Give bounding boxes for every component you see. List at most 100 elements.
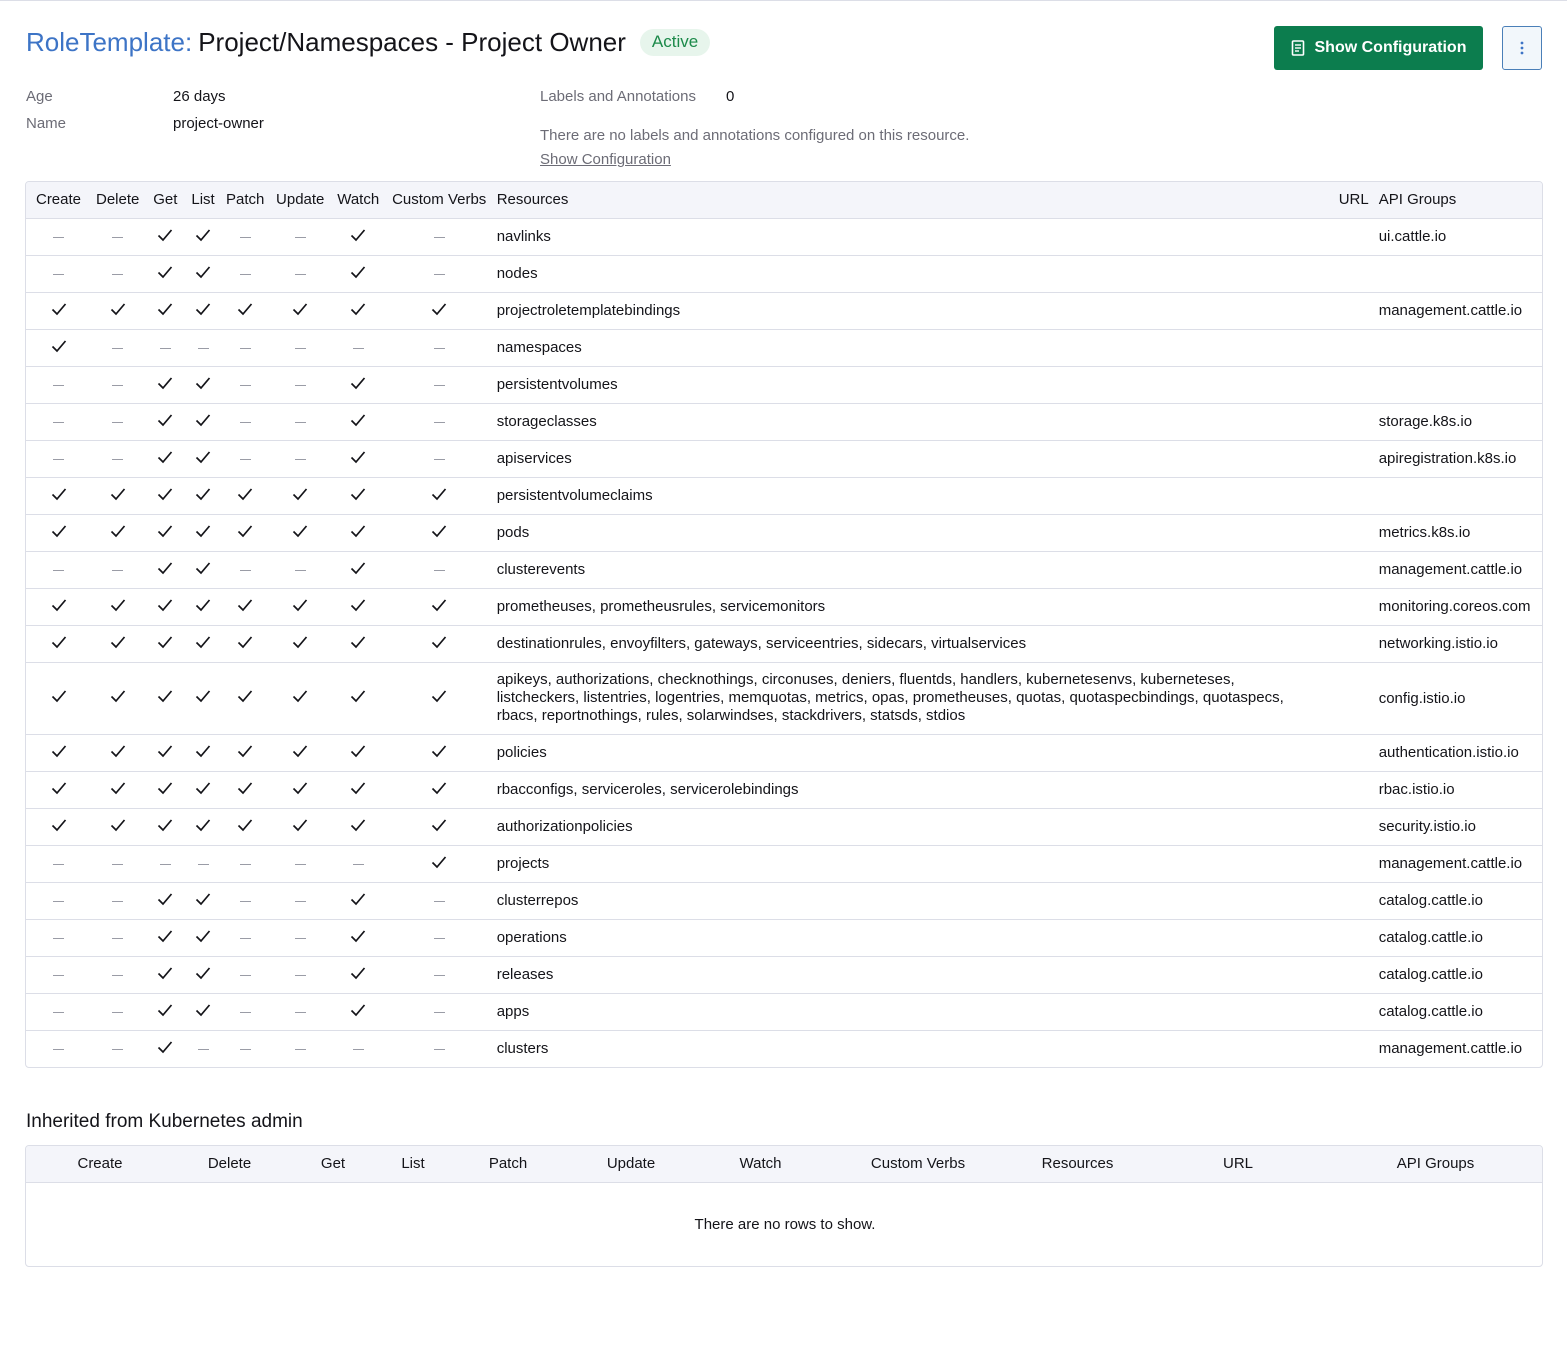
check-icon [351, 487, 366, 500]
api-groups-cell [1373, 329, 1542, 367]
dash-icon [433, 900, 445, 902]
verb-cell-custom-verbs [387, 1030, 492, 1067]
table-row: clusterevents management.cattle.io [26, 551, 1542, 589]
verb-cell-create [26, 662, 91, 735]
resources-cell: destinationrules, envoyfilters, gateways… [491, 625, 1334, 663]
table-row: operations catalog.cattle.io [26, 919, 1542, 957]
check-icon [432, 487, 447, 500]
api-groups-cell: rbac.istio.io [1373, 771, 1542, 809]
dash-icon [197, 863, 209, 865]
verb-cell-patch [219, 514, 271, 552]
check-icon [51, 635, 66, 648]
dash-icon [294, 937, 306, 939]
verb-cell-patch [219, 292, 271, 330]
verb-cell-patch [219, 662, 271, 735]
inherited-col-update: Update [571, 1146, 691, 1183]
check-icon [351, 524, 366, 537]
verb-cell-patch [219, 734, 271, 772]
status-badge: Active [639, 29, 711, 56]
table-row: navlinks ui.cattle.io [26, 218, 1542, 256]
verb-cell-patch [219, 440, 271, 478]
resources-cell: storageclasses [491, 403, 1334, 441]
inherited-col-url: URL [1149, 1146, 1327, 1183]
check-icon [432, 855, 447, 868]
rules-col-resources: Resources [491, 182, 1334, 219]
url-cell [1333, 329, 1374, 367]
verb-cell-create [26, 808, 91, 846]
dash-icon [239, 421, 251, 423]
check-icon [293, 487, 308, 500]
check-icon [351, 413, 366, 426]
verb-cell-get [144, 1030, 186, 1067]
resources-cell: pods [491, 514, 1334, 552]
url-cell [1333, 625, 1374, 663]
dash-icon [294, 384, 306, 386]
verb-cell-create [26, 956, 91, 994]
url-cell [1333, 366, 1374, 404]
actions-menu-button[interactable] [1502, 26, 1542, 70]
verb-cell-delete [91, 808, 145, 846]
dash-icon [433, 421, 445, 423]
api-groups-cell: management.cattle.io [1373, 292, 1542, 330]
api-groups-cell: metrics.k8s.io [1373, 514, 1542, 552]
verb-cell-delete [91, 514, 145, 552]
dash-icon [294, 974, 306, 976]
verb-cell-create [26, 477, 91, 515]
check-icon [110, 781, 125, 794]
check-icon [195, 929, 211, 942]
dash-icon [433, 273, 445, 275]
resources-cell: clusters [496, 1039, 549, 1057]
api-groups-cell: config.istio.io [1373, 662, 1542, 735]
api-groups-cell: ui.cattle.io [1373, 218, 1542, 256]
verb-cell-delete [91, 403, 145, 441]
verb-cell-update [270, 625, 330, 663]
check-icon [195, 450, 211, 463]
check-icon [432, 598, 447, 611]
verb-cell-list [186, 292, 220, 330]
show-configuration-link[interactable]: Show Configuration [540, 151, 671, 168]
check-icon [238, 302, 253, 315]
check-icon [195, 1003, 211, 1016]
dash-icon [433, 974, 445, 976]
verb-cell-create [26, 514, 91, 552]
table-row: storageclasses storage.k8s.io [26, 403, 1542, 441]
table-row: clusters management.cattle.io [26, 1030, 1542, 1067]
verb-cell-watch [329, 919, 387, 957]
check-icon [158, 376, 173, 389]
inherited-table-header: Create Delete Get List Patch Update Watch Custo… [26, 1146, 1542, 1183]
verb-cell-create [26, 218, 91, 256]
verb-cell-watch [329, 625, 387, 663]
verb-cell-custom-verbs [386, 551, 492, 589]
verb-cell-create [26, 625, 91, 663]
url-cell [1333, 588, 1374, 626]
rules-table: Create Delete Get List Patch Update Watch Custo… [25, 181, 1543, 1068]
verb-cell-patch [219, 255, 271, 293]
verb-cell-delete [91, 771, 145, 809]
dash-icon [239, 273, 251, 275]
dash-icon [294, 421, 306, 423]
rules-table-header: Create Delete Get List Patch Update Watch Custo… [26, 182, 1542, 219]
table-row: apps catalog.cattle.io [26, 993, 1542, 1031]
dash-icon [53, 900, 64, 902]
check-icon [195, 892, 211, 905]
verb-cell-create [26, 919, 91, 957]
verb-cell-list [186, 551, 220, 589]
inherited-col-resources: Resources [1006, 1146, 1149, 1183]
verb-cell-patch [219, 956, 271, 994]
check-icon [195, 487, 211, 500]
verb-cell-get [144, 734, 187, 772]
check-icon [158, 818, 173, 831]
verb-cell-update [270, 292, 330, 330]
check-icon [195, 781, 211, 794]
table-row: nodes [26, 255, 1542, 293]
inherited-col-delete: Delete [174, 1146, 285, 1183]
verb-cell-list [186, 440, 220, 478]
url-cell [1333, 551, 1374, 589]
verb-cell-update [270, 588, 330, 626]
check-icon [351, 450, 366, 463]
show-configuration-button[interactable]: Show Configuration [1274, 26, 1483, 70]
check-icon [432, 690, 447, 703]
page-title: RoleTemplate: Project/Namespaces - Proje… [26, 27, 711, 58]
dash-icon [112, 900, 124, 902]
inherited-col-api-groups: API Groups [1327, 1146, 1542, 1183]
